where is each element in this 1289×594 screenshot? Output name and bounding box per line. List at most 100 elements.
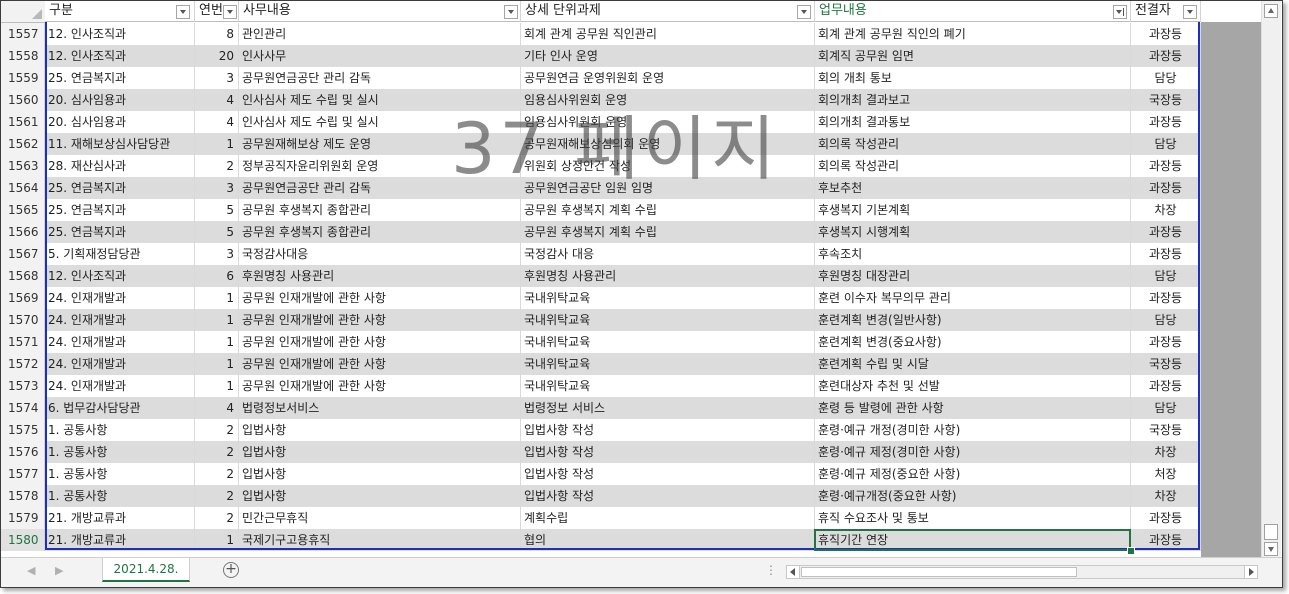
cell-c3[interactable]: 법령정보서비스 xyxy=(239,397,521,419)
cell-c3[interactable]: 민간근무휴직 xyxy=(239,507,521,529)
cell-c2[interactable]: 3 xyxy=(195,67,239,89)
cell-c1[interactable]: 24. 인재개발과 xyxy=(45,375,195,397)
cell-c6[interactable]: 담당 xyxy=(1131,309,1201,331)
scroll-down-icon[interactable] xyxy=(1264,542,1278,556)
cell-c6[interactable]: 담당 xyxy=(1131,67,1201,89)
cell-c1[interactable]: 1. 공통사항 xyxy=(45,419,195,441)
cell-c4[interactable]: 후원명칭 사용관리 xyxy=(521,265,815,287)
cell-c1[interactable]: 25. 연금복지과 xyxy=(45,177,195,199)
cell-c6[interactable]: 과장등 xyxy=(1131,529,1201,551)
cell-c4[interactable]: 국내위탁교육 xyxy=(521,309,815,331)
cell-c4[interactable]: 입법사항 작성 xyxy=(521,485,815,507)
cell-c1[interactable]: 1. 공통사항 xyxy=(45,441,195,463)
cell-c5[interactable]: 휴직 수요조사 및 통보 xyxy=(815,507,1131,529)
cell-c5[interactable]: 훈련 이수자 복무의무 관리 xyxy=(815,287,1131,309)
cell-c6[interactable]: 과장등 xyxy=(1131,221,1201,243)
worksheet-grid[interactable]: 구분 연번 사무내용 상세 단위과제 업무내용 전결자 1557 12. 인사조직… xyxy=(1,1,1261,557)
cell-c6[interactable]: 차장 xyxy=(1131,199,1201,221)
cell-c5[interactable]: 훈령·예규 개정(경미한 사항) xyxy=(815,419,1131,441)
row-number[interactable]: 1564 xyxy=(1,177,45,199)
cell-c3[interactable]: 공무원 후생복지 종합관리 xyxy=(239,199,521,221)
cell-c2[interactable]: 4 xyxy=(195,89,239,111)
cell-c2[interactable]: 4 xyxy=(195,397,239,419)
cell-c2[interactable]: 3 xyxy=(195,243,239,265)
row-number[interactable]: 1576 xyxy=(1,441,45,463)
cell-c4[interactable]: 회계 관계 공무원 직인관리 xyxy=(521,23,815,45)
row-number[interactable]: 1561 xyxy=(1,111,45,133)
cell-c2[interactable]: 2 xyxy=(195,155,239,177)
cell-c1[interactable]: 12. 인사조직과 xyxy=(45,265,195,287)
fill-handle[interactable] xyxy=(1127,547,1135,555)
cell-c4[interactable]: 임용심사위원회 운영 xyxy=(521,89,815,111)
splitter-dots-icon[interactable]: ⋮ xyxy=(765,563,777,577)
cell-c3[interactable]: 국정감사대응 xyxy=(239,243,521,265)
cell-c1[interactable]: 24. 인재개발과 xyxy=(45,331,195,353)
sheet-tab-active[interactable]: 2021.4.28. xyxy=(102,558,190,582)
cell-c3[interactable]: 입법사항 xyxy=(239,485,521,507)
cell-c6[interactable]: 담당 xyxy=(1131,397,1201,419)
cell-c3[interactable]: 인사심사 제도 수립 및 실시 xyxy=(239,111,521,133)
row-number[interactable]: 1578 xyxy=(1,485,45,507)
cell-c4[interactable]: 입법사항 작성 xyxy=(521,441,815,463)
cell-c5[interactable]: 회계직 공무원 임면 xyxy=(815,45,1131,67)
cell-c4[interactable]: 공무원연금공단 임원 임명 xyxy=(521,177,815,199)
horizontal-scroll-thumb[interactable] xyxy=(801,567,1077,577)
cell-c1[interactable]: 24. 인재개발과 xyxy=(45,353,195,375)
cell-c6[interactable]: 국장등 xyxy=(1131,419,1201,441)
row-number[interactable]: 1563 xyxy=(1,155,45,177)
cell-c3[interactable]: 인사사무 xyxy=(239,45,521,67)
cell-c5[interactable]: 후속조치 xyxy=(815,243,1131,265)
cell-c1[interactable]: 20. 심사임용과 xyxy=(45,111,195,133)
cell-c1[interactable]: 5. 기획재정담당관 xyxy=(45,243,195,265)
scroll-right-icon[interactable] xyxy=(1244,566,1257,578)
cell-c6[interactable]: 과장등 xyxy=(1131,45,1201,67)
filter-dropdown-icon[interactable] xyxy=(1183,5,1197,19)
header-eommunaeyong[interactable]: 업무내용 xyxy=(815,1,1131,22)
cell-c2[interactable]: 1 xyxy=(195,287,239,309)
cell-c5[interactable]: 훈련계획 변경(중요사항) xyxy=(815,331,1131,353)
cell-c4[interactable]: 위원회 상정안건 작성 xyxy=(521,155,815,177)
row-number[interactable]: 1580 xyxy=(1,529,45,551)
cell-c2[interactable]: 5 xyxy=(195,199,239,221)
cell-c2[interactable]: 1 xyxy=(195,309,239,331)
cell-c2[interactable]: 6 xyxy=(195,265,239,287)
cell-c5[interactable]: 회의개최 결과통보 xyxy=(815,111,1131,133)
cell-c2[interactable]: 1 xyxy=(195,133,239,155)
vertical-scroll-thumb[interactable] xyxy=(1264,524,1278,540)
cell-c2[interactable]: 2 xyxy=(195,507,239,529)
cell-c2[interactable]: 4 xyxy=(195,111,239,133)
cell-c5[interactable]: 회계 관계 공무원 직인의 폐기 xyxy=(815,23,1131,45)
cell-c2[interactable]: 2 xyxy=(195,441,239,463)
cell-c5[interactable]: 훈령 등 발령에 관한 사항 xyxy=(815,397,1131,419)
cell-c6[interactable]: 과장등 xyxy=(1131,23,1201,45)
cell-c2[interactable]: 1 xyxy=(195,331,239,353)
cell-c2[interactable]: 20 xyxy=(195,45,239,67)
cell-c3[interactable]: 입법사항 xyxy=(239,463,521,485)
cell-c3[interactable]: 공무원 인재개발에 관한 사항 xyxy=(239,353,521,375)
row-number[interactable]: 1574 xyxy=(1,397,45,419)
cell-c4[interactable]: 국내위탁교육 xyxy=(521,331,815,353)
cell-c1[interactable]: 21. 개방교류과 xyxy=(45,507,195,529)
header-sangse-danwigwaje[interactable]: 상세 단위과제 xyxy=(521,1,815,22)
cell-c4[interactable]: 공무원재해보상심의회 운영 xyxy=(521,133,815,155)
row-number[interactable]: 1567 xyxy=(1,243,45,265)
cell-c1[interactable]: 20. 심사임용과 xyxy=(45,89,195,111)
row-number[interactable]: 1571 xyxy=(1,331,45,353)
row-number[interactable]: 1579 xyxy=(1,507,45,529)
cell-c4[interactable]: 법령정보 서비스 xyxy=(521,397,815,419)
cell-c4[interactable]: 공무원 후생복지 계획 수립 xyxy=(521,199,815,221)
filter-dropdown-icon[interactable] xyxy=(797,5,811,19)
cell-c4[interactable]: 국내위탁교육 xyxy=(521,353,815,375)
cell-c3[interactable]: 공무원 인재개발에 관한 사항 xyxy=(239,309,521,331)
cell-c5[interactable]: 회의록 작성관리 xyxy=(815,133,1131,155)
cell-c3[interactable]: 공무원 인재개발에 관한 사항 xyxy=(239,287,521,309)
cell-c6[interactable]: 과장등 xyxy=(1131,243,1201,265)
row-number[interactable]: 1559 xyxy=(1,67,45,89)
cell-c4[interactable]: 임용심사위원회 운영 xyxy=(521,111,815,133)
cell-c4[interactable]: 협의 xyxy=(521,529,815,551)
cell-c6[interactable]: 과장등 xyxy=(1131,177,1201,199)
header-jeongyeolja[interactable]: 전결자 xyxy=(1131,1,1201,22)
cell-c1[interactable]: 24. 인재개발과 xyxy=(45,309,195,331)
row-number[interactable]: 1570 xyxy=(1,309,45,331)
cell-c4[interactable]: 입법사항 작성 xyxy=(521,463,815,485)
